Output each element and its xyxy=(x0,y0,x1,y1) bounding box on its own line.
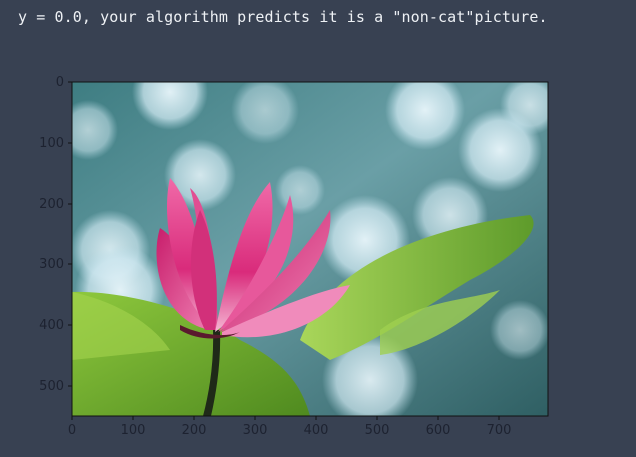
x-tick-label: 700 xyxy=(487,423,512,438)
y-tick-label: 300 xyxy=(39,257,64,272)
x-tick-label: 300 xyxy=(243,423,268,438)
lotus-photo xyxy=(72,82,548,416)
x-tick-label: 100 xyxy=(121,423,146,438)
x-tick-label: 500 xyxy=(365,423,390,438)
y-tick-label: 500 xyxy=(39,379,64,394)
y-tick-label: 100 xyxy=(39,136,64,151)
x-tick-label: 600 xyxy=(426,423,451,438)
x-tick-label: 400 xyxy=(304,423,329,438)
y-axis: 0 100 200 300 400 500 xyxy=(39,75,72,394)
y-tick-label: 400 xyxy=(39,318,64,333)
y-tick-label: 0 xyxy=(56,75,64,90)
x-axis: 0 100 200 300 400 500 600 700 xyxy=(68,416,512,438)
image-plot: 0 100 200 300 400 500 0 100 200 300 400 … xyxy=(0,0,636,453)
plot-svg: 0 100 200 300 400 500 0 100 200 300 400 … xyxy=(39,75,549,438)
y-tick-label: 200 xyxy=(39,197,64,212)
x-tick-label: 0 xyxy=(68,423,76,438)
x-tick-label: 200 xyxy=(182,423,207,438)
